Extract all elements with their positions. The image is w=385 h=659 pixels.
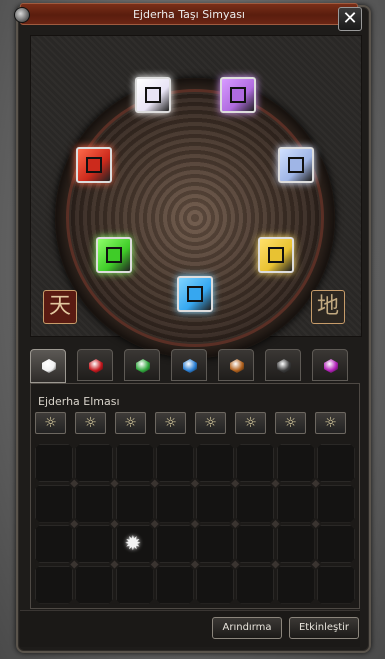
tab-jade[interactable] [124,349,160,381]
tab-ruby[interactable] [77,349,113,381]
socket-jade[interactable] [96,237,132,273]
grade-filter-row: ☼ ☼ ☼ ☼ ☼ ☼ ☼ ☼ [35,412,355,436]
socket-core [86,157,102,173]
tab-sapphire[interactable] [171,349,207,381]
inventory-slot[interactable] [155,525,194,563]
amethyst-gem-icon [324,359,338,373]
inventory-slot[interactable] [35,565,73,604]
inventory-grid: ✹ [34,443,356,605]
socket-core [145,87,161,103]
inventory-slot[interactable] [276,444,315,482]
socket-core [268,247,284,263]
inventory-slot[interactable] [155,565,194,604]
inventory-slot[interactable] [155,484,194,523]
inventory-slot[interactable] [196,484,234,523]
inventory-slot[interactable] [196,444,234,482]
socket-core [187,286,203,302]
grade-filter-icon[interactable]: ☼ [155,412,186,434]
dragon-diamond-item-icon: ✹ [124,531,142,555]
inventory-slot[interactable] [236,525,275,563]
inventory-slot[interactable] [75,484,114,523]
inventory-slot[interactable] [75,444,114,482]
grade-filter-icon[interactable]: ☼ [195,412,226,434]
inventory-slot[interactable] [236,484,275,523]
activate-button[interactable]: Etkinleştir [289,617,359,639]
refine-button[interactable]: Arındırma [212,617,282,639]
inventory-slot[interactable] [316,444,355,482]
diamond-gem-icon [42,359,56,373]
sapphire-gem-icon [183,359,197,373]
grade-filter-icon[interactable]: ☼ [315,412,346,434]
garnet-gem-icon [230,359,244,373]
section-label: Ejderha Elması [38,395,120,408]
inventory-slot[interactable] [236,444,275,482]
inventory-slot[interactable] [276,565,315,604]
heaven-glyph: 天 [43,290,77,324]
socket-core [106,247,122,263]
tab-garnet[interactable] [218,349,254,381]
socket-core [230,87,246,103]
inventory-slot[interactable] [35,444,73,482]
inventory-slot[interactable] [35,525,73,563]
socket-topaz[interactable] [258,237,294,273]
grade-filter-icon[interactable]: ☼ [75,412,106,434]
inventory-slot[interactable]: ✹ [115,525,154,563]
socket-core [288,157,304,173]
socket-ruby[interactable] [76,147,112,183]
inventory-slot[interactable] [115,565,154,604]
inventory-slot[interactable] [75,525,114,563]
inventory-slot[interactable] [196,565,234,604]
socket-diamond[interactable] [135,77,171,113]
inventory-slot[interactable] [115,444,154,482]
tab-diamond[interactable] [30,349,66,383]
inventory-slot[interactable] [75,565,114,604]
inventory-slot[interactable] [236,565,275,604]
window-gem-icon [14,7,30,23]
grade-filter-icon[interactable]: ☼ [115,412,146,434]
inventory-slot[interactable] [316,565,355,604]
onyx-gem-icon [277,359,291,373]
earth-glyph: 地 [311,290,345,324]
stone-type-tabs [30,349,360,383]
inventory-slot[interactable] [155,444,194,482]
tab-amethyst[interactable] [312,349,348,381]
inventory-slot[interactable] [196,525,234,563]
jade-gem-icon [136,359,150,373]
socket-sapphire-light[interactable] [278,147,314,183]
inventory-slot[interactable] [316,525,355,563]
grade-filter-icon[interactable]: ☼ [35,412,66,434]
tab-onyx[interactable] [265,349,301,381]
grade-filter-icon[interactable]: ☼ [235,412,266,434]
ruby-gem-icon [89,359,103,373]
socket-amethyst[interactable] [220,77,256,113]
window-title: Ejderha Taşı Simyası [132,8,245,21]
close-button[interactable]: ✕ [338,7,362,31]
inventory-slot[interactable] [276,484,315,523]
grade-filter-icon[interactable]: ☼ [275,412,306,434]
inventory-slot[interactable] [276,525,315,563]
inventory-slot[interactable] [316,484,355,523]
socket-aquamarine[interactable] [177,276,213,312]
inventory-slot[interactable] [35,484,73,523]
inventory-slot[interactable] [115,484,154,523]
title-bar[interactable]: Ejderha Taşı Simyası [14,3,358,25]
